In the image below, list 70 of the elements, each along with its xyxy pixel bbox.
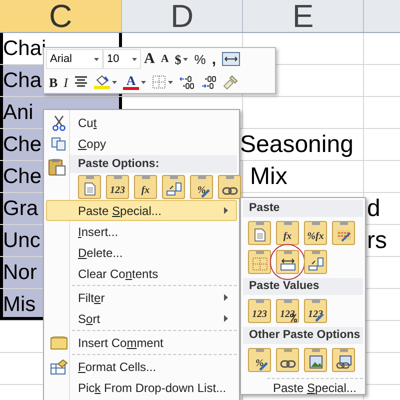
font-size-field[interactable]: 10 bbox=[103, 49, 141, 69]
paste-option-button[interactable]: %fx bbox=[304, 221, 327, 245]
font-color-button[interactable]: A bbox=[120, 72, 150, 92]
align-center-icon bbox=[74, 76, 88, 88]
column-header[interactable]: C bbox=[0, 0, 122, 32]
bold-button[interactable]: B bbox=[46, 72, 61, 92]
format-brush-icon bbox=[336, 228, 352, 242]
paste-button[interactable] bbox=[248, 221, 271, 245]
dropdown-arrow-icon[interactable] bbox=[132, 58, 137, 60]
paste-option-button[interactable]: fx bbox=[134, 174, 157, 198]
column-width-icon bbox=[280, 257, 296, 271]
no-borders-button[interactable] bbox=[248, 250, 271, 274]
dropdown-arrow-icon[interactable] bbox=[141, 80, 146, 84]
dropdown-arrow-icon[interactable] bbox=[183, 58, 188, 60]
shrink-font-button[interactable]: A bbox=[158, 49, 172, 69]
paste-option-button[interactable]: 123 bbox=[248, 299, 271, 323]
menu-item[interactable]: Pick From Drop-down List... bbox=[46, 377, 237, 398]
copy-icon bbox=[51, 136, 67, 150]
menu-item[interactable]: Insert Comment bbox=[46, 332, 237, 353]
merge-icon bbox=[222, 52, 240, 66]
section-header: Paste Values bbox=[243, 278, 363, 295]
paste-option-button[interactable]: fx bbox=[276, 221, 299, 245]
section-header: Paste Options: bbox=[70, 155, 237, 173]
decrease-decimal-icon bbox=[201, 75, 218, 89]
menu-item[interactable]: Paste Special... bbox=[46, 200, 237, 221]
document-icon bbox=[254, 228, 266, 242]
dropdown-arrow-icon[interactable] bbox=[94, 58, 99, 60]
paste-button[interactable] bbox=[78, 174, 101, 198]
paste-formatting-button[interactable]: % bbox=[190, 174, 213, 198]
clipboard-icon bbox=[48, 158, 66, 176]
link-icon bbox=[222, 186, 238, 196]
brush-icon bbox=[223, 74, 240, 90]
scissors-icon bbox=[52, 114, 66, 130]
italic-button[interactable]: I bbox=[60, 72, 72, 92]
keep-formatting-button[interactable] bbox=[332, 221, 355, 245]
increase-decimal-icon bbox=[179, 75, 196, 89]
transpose-icon bbox=[166, 182, 182, 196]
menu-item[interactable]: Format Cells... bbox=[46, 356, 237, 377]
paste-link-button[interactable] bbox=[218, 174, 241, 198]
paste-option-button[interactable]: 123 bbox=[106, 174, 129, 198]
dropdown-arrow-icon[interactable] bbox=[112, 80, 118, 84]
column-widths-button[interactable] bbox=[276, 250, 299, 274]
column-header[interactable]: D bbox=[122, 0, 243, 32]
column-header[interactable]: E bbox=[243, 0, 364, 32]
paste-link-button[interactable] bbox=[276, 348, 299, 372]
dropdown-arrow-icon[interactable] bbox=[168, 80, 174, 84]
transpose-button[interactable] bbox=[304, 250, 327, 274]
note-icon bbox=[50, 336, 68, 350]
picture-icon bbox=[308, 355, 322, 369]
linked-picture-icon bbox=[336, 355, 352, 369]
transpose-icon bbox=[308, 257, 324, 271]
paint-bucket-icon bbox=[94, 75, 110, 86]
paste-formatting-button[interactable]: % bbox=[248, 348, 271, 372]
borders-icon bbox=[152, 75, 166, 89]
document-icon bbox=[84, 182, 96, 196]
transpose-button[interactable] bbox=[162, 174, 185, 198]
link-icon bbox=[280, 359, 296, 369]
grow-font-button[interactable]: A bbox=[141, 49, 158, 69]
picture-button[interactable] bbox=[304, 348, 327, 372]
section-header: Other Paste Options bbox=[243, 327, 363, 344]
comma-style-button[interactable]: , bbox=[208, 49, 220, 69]
cell-text: Seasoning bbox=[240, 129, 354, 160]
font-name-field[interactable]: Arial bbox=[46, 49, 103, 69]
linked-picture-button[interactable] bbox=[332, 348, 355, 372]
section-header: Paste bbox=[243, 200, 363, 217]
format-cells-icon bbox=[50, 358, 68, 374]
currency-button[interactable]: $ bbox=[172, 49, 192, 69]
menu-item[interactable]: Paste Special... bbox=[243, 379, 363, 397]
dotted-grid-icon bbox=[252, 257, 268, 271]
percent-button[interactable]: % bbox=[191, 49, 209, 69]
